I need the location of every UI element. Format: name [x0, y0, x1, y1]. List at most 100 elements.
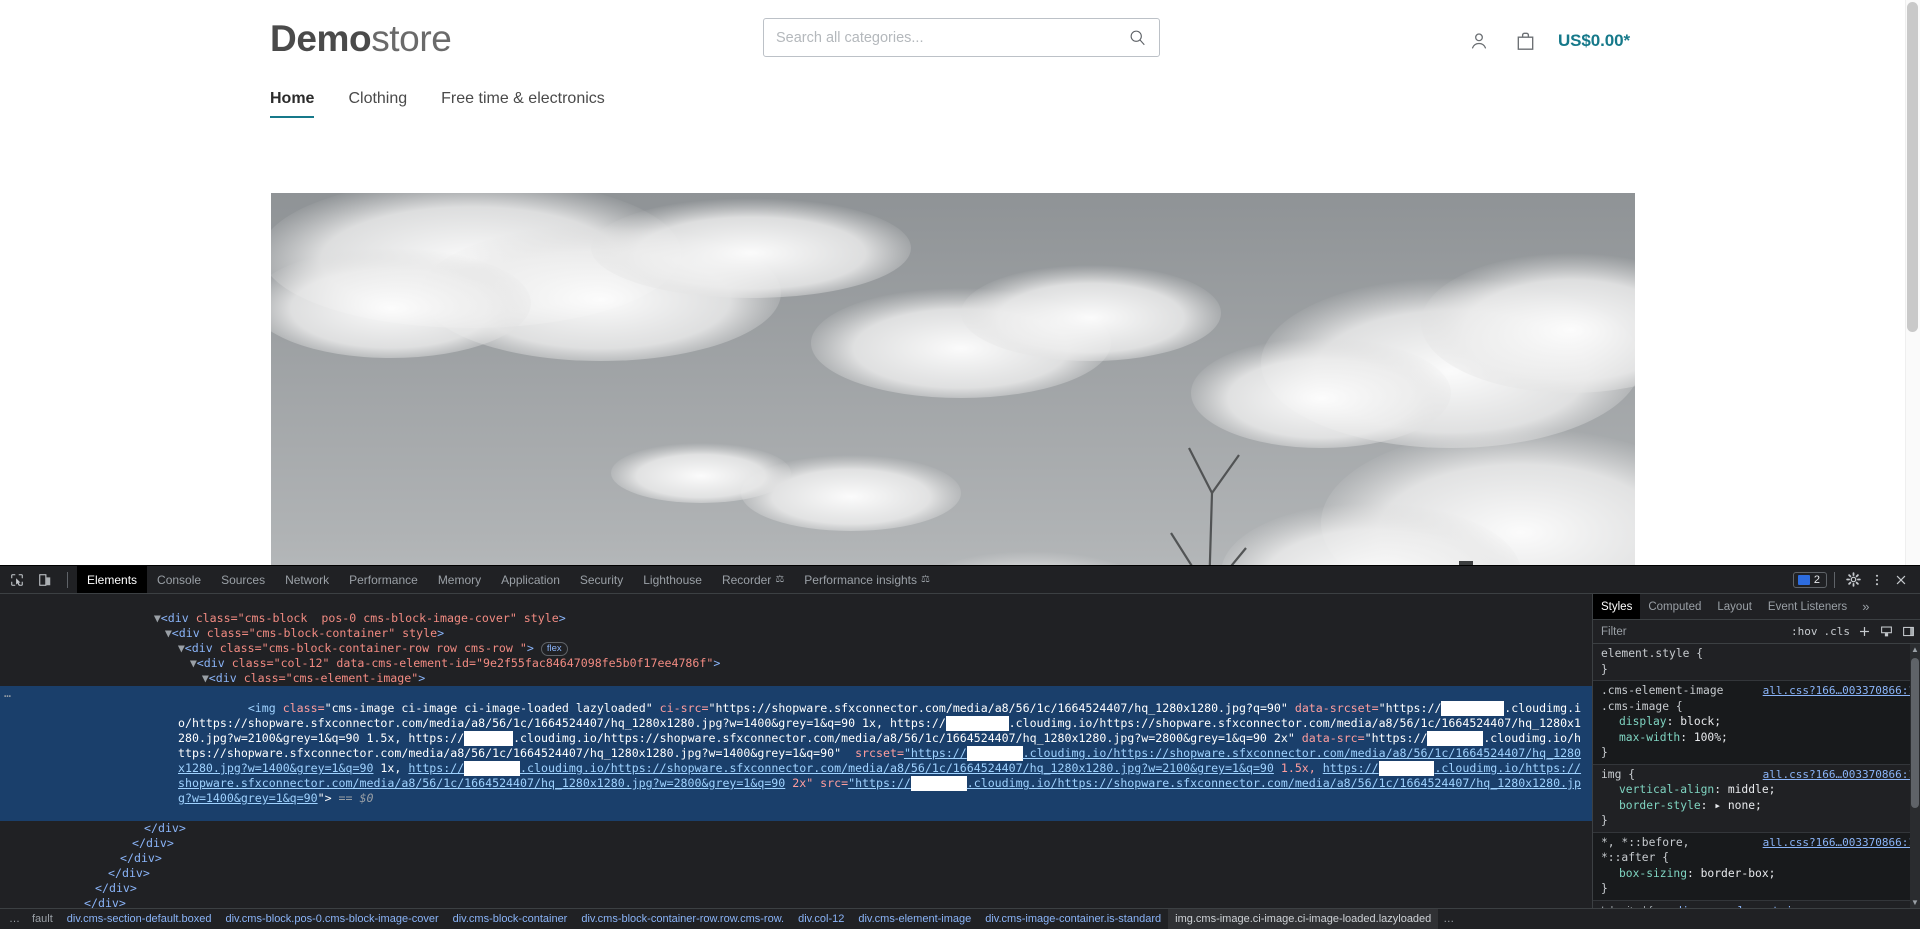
tab-application[interactable]: Application — [491, 566, 570, 593]
styles-rules-list[interactable]: element.style { } .cms-element-image all… — [1593, 644, 1920, 909]
styles-scrollbar[interactable]: ▲ ▼ — [1910, 644, 1920, 909]
dom-node-img-selected[interactable]: … <img class="cms-image ci-image ci-image… — [0, 686, 1592, 821]
dom-node-col-12[interactable]: ▼<div class="col-12" data-cms-element-id… — [0, 641, 1592, 670]
nav-item-home[interactable]: Home — [270, 90, 315, 118]
breadcrumb-item-selected[interactable]: img.cms-image.ci-image.ci-image-loaded.l… — [1168, 909, 1439, 929]
style-source-link-2[interactable]: all.css?166…003370866:1 — [1763, 767, 1915, 783]
style-selector-3a[interactable]: *, *::before, — [1601, 835, 1689, 851]
style-selector-1b[interactable]: .cms-image { — [1601, 699, 1683, 715]
style-rule-element-style[interactable]: element.style { } — [1593, 644, 1920, 681]
dom-node-cms-element-image[interactable]: ▼<div class="cms-element-image"> — [0, 656, 1592, 685]
inspect-element-icon — [11, 573, 23, 586]
tab-memory[interactable]: Memory — [428, 566, 491, 593]
breadcrumb-item-2[interactable]: div.cms-block.pos-0.cms-block-image-cove… — [219, 913, 446, 925]
search-input[interactable] — [764, 19, 1114, 56]
page-scrollbar-thumb[interactable] — [1907, 2, 1918, 332]
dom-node-cms-block-container[interactable]: ▼<div class="cms-block-container" style> — [0, 611, 1592, 640]
account-button[interactable] — [1466, 28, 1492, 54]
styles-scrollbar-thumb[interactable] — [1911, 658, 1919, 808]
style-declaration-3-0[interactable]: box-sizing: border-box; — [1593, 866, 1920, 882]
breadcrumb-item-0[interactable]: fault — [25, 913, 60, 925]
close-icon — [1896, 575, 1906, 584]
tab-network[interactable]: Network — [275, 566, 339, 593]
style-rule-universal[interactable]: *, *::before, all.css?166…003370866:1 *:… — [1593, 832, 1920, 901]
styles-scroll-up-arrow[interactable]: ▲ — [1910, 644, 1920, 656]
breadcrumb-item-3[interactable]: div.cms-block-container — [446, 913, 575, 925]
breadcrumb-item-6[interactable]: div.cms-element-image — [851, 913, 978, 925]
style-declaration-2-0[interactable]: vertical-align: middle; — [1593, 782, 1920, 798]
styles-more-tabs-button[interactable]: » — [1855, 594, 1876, 619]
style-pane-icon — [1880, 626, 1892, 637]
style-rule-img[interactable]: img { all.css?166…003370866:1 vertical-a… — [1593, 765, 1920, 833]
dom-close-div-3: </div> — [0, 851, 1592, 866]
tab-recorder[interactable]: Recorder ⚖ — [712, 566, 794, 593]
user-account-icon — [1471, 33, 1487, 49]
styles-filter-input[interactable] — [1599, 624, 1785, 639]
close-devtools-button[interactable] — [1890, 569, 1912, 591]
tab-elements[interactable]: Elements — [77, 566, 148, 593]
tab-styles[interactable]: Styles — [1593, 594, 1641, 619]
breadcrumb-item-1[interactable]: div.cms-section-default.boxed — [60, 913, 219, 925]
dom-node-cms-block[interactable]: ▼<div <div class="cms-block pos-0 cms-bl… — [0, 596, 1592, 625]
console-message-badge[interactable]: 2 — [1792, 571, 1827, 588]
tab-lighthouse[interactable]: Lighthouse — [633, 566, 712, 593]
tab-performance[interactable]: Performance — [339, 566, 428, 593]
style-selector-3b[interactable]: *::after { — [1601, 850, 1669, 866]
breadcrumb-overflow-right[interactable]: … — [1438, 913, 1459, 925]
style-source-link-3[interactable]: all.css?166…003370866:1 — [1763, 835, 1915, 851]
style-rule-header-3b: *::after { — [1593, 850, 1920, 866]
devtools-tab-strip: Elements Console Sources Network Perform… — [77, 566, 1785, 593]
cart-total-amount[interactable]: US$0.00* — [1558, 31, 1630, 51]
style-selector-0[interactable]: element.style { — [1601, 646, 1703, 662]
inspect-element-button[interactable] — [6, 569, 28, 591]
style-selector-1a[interactable]: .cms-element-image — [1601, 683, 1723, 699]
dom-close-tag-3: </div> — [120, 851, 162, 865]
more-options-button[interactable] — [1866, 569, 1888, 591]
tab-performance-insights[interactable]: Performance insights ⚖ — [794, 566, 940, 593]
devtools-panel: Elements Console Sources Network Perform… — [0, 565, 1920, 929]
site-logo[interactable]: Demostore — [270, 18, 452, 60]
tab-security-label: Security — [579, 572, 624, 587]
breadcrumb-item-5[interactable]: div.col-12 — [791, 913, 851, 925]
tab-console[interactable]: Console — [147, 566, 211, 593]
computed-styles-sidebar-button[interactable] — [1878, 624, 1894, 640]
page-scrollbar-track[interactable] — [1905, 0, 1920, 565]
browser-page-viewport: Demostore Search all categories... US$0.… — [0, 0, 1920, 565]
shopping-bag-icon — [1517, 32, 1533, 50]
toggle-element-state-button[interactable]: :hov — [1791, 625, 1818, 638]
nav-item-free-time-electronics[interactable]: Free time & electronics — [441, 90, 605, 116]
dom-tree-pane[interactable]: ▼<div <div class="cms-block pos-0 cms-bl… — [0, 594, 1592, 909]
tab-layout[interactable]: Layout — [1709, 594, 1760, 619]
style-rule-header-1: .cms-element-image all.css?166…003370866… — [1593, 683, 1920, 699]
toggle-class-button[interactable]: .cls — [1824, 625, 1851, 638]
tab-sources[interactable]: Sources — [211, 566, 275, 593]
tab-event-listeners[interactable]: Event Listeners — [1760, 594, 1855, 619]
style-rule-cms-element-image[interactable]: .cms-element-image all.css?166…003370866… — [1593, 681, 1920, 765]
breadcrumb-overflow-left[interactable]: … — [4, 913, 25, 925]
style-declaration-2-1[interactable]: border-style: ▸ none; — [1593, 798, 1920, 814]
new-style-rule-button[interactable] — [1856, 624, 1872, 640]
breadcrumb-item-7[interactable]: div.cms-image-container.is-standard — [978, 913, 1168, 925]
device-toolbar-button[interactable] — [34, 569, 56, 591]
settings-button[interactable] — [1842, 569, 1864, 591]
dom-node-cms-block-container-row[interactable]: ▼<div class="cms-block-container-row row… — [0, 626, 1592, 656]
redacted-host-5: xxxxxxxx — [966, 746, 1023, 761]
breadcrumb-item-4[interactable]: div.cms-block-container-row.row.cms-row. — [574, 913, 791, 925]
tab-computed[interactable]: Computed — [1640, 594, 1709, 619]
toggle-sidebar-button[interactable] — [1900, 624, 1916, 640]
search-submit-button[interactable] — [1115, 19, 1159, 56]
tab-security[interactable]: Security — [570, 566, 633, 593]
style-declaration-1-0[interactable]: display: block; — [1593, 714, 1920, 730]
nav-item-clothing[interactable]: Clothing — [348, 90, 407, 116]
gear-icon — [1845, 572, 1861, 587]
style-declaration-1-1[interactable]: max-width: 100%; — [1593, 730, 1920, 746]
dom-node-cms-image-container[interactable]: ▼<div class="cms-image-container is-stan… — [0, 671, 1592, 700]
cart-button[interactable] — [1512, 28, 1538, 54]
toolbar-divider-right — [1834, 571, 1835, 588]
style-selector-2[interactable]: img { — [1601, 767, 1635, 783]
style-source-link-1[interactable]: all.css?166…003370866:1 — [1763, 683, 1915, 699]
redacted-host-4: xxxxxxxx — [1427, 731, 1484, 746]
redacted-host-6: xxxxxxxx — [464, 761, 521, 776]
search-box[interactable] — [763, 18, 1160, 57]
style-prop-2-1: border-style — [1619, 798, 1701, 812]
